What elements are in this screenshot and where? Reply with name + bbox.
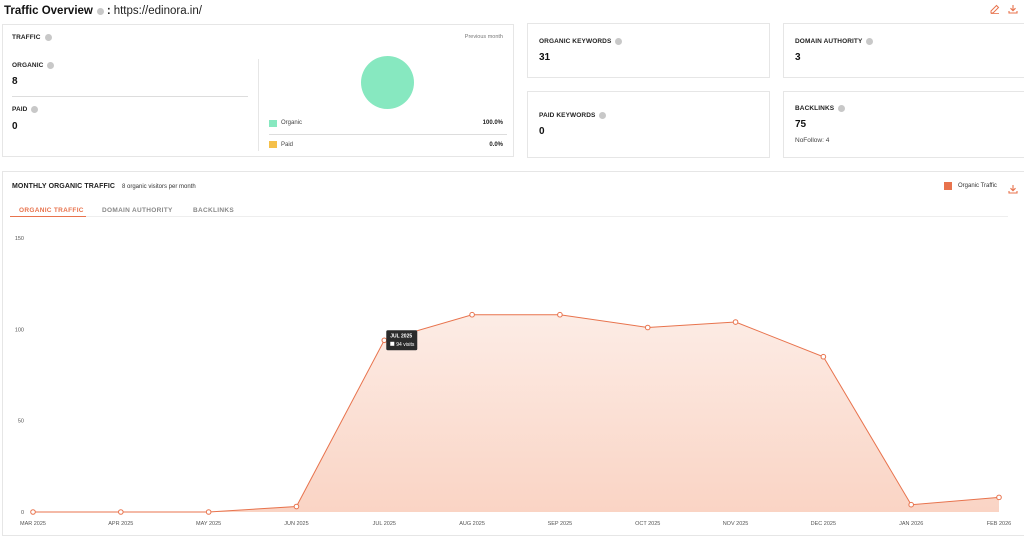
organic-value: 8 [12, 76, 18, 87]
organic-legend-swatch [269, 120, 277, 127]
info-icon[interactable] [96, 7, 104, 15]
organic-label: ORGANIC [12, 62, 55, 69]
monthly-subtitle: 8 organic visitors per month [122, 184, 196, 190]
nofollow-count: NoFollow: 4 [795, 137, 830, 144]
download-icon[interactable] [1008, 4, 1018, 14]
info-icon[interactable] [47, 62, 55, 69]
domain-url: https://edinora.in/ [113, 5, 202, 17]
info-icon[interactable] [44, 34, 52, 41]
info-icon[interactable] [615, 38, 623, 45]
traffic-card: TRAFFIC Previous month ORGANIC 8 PAID 0 … [2, 24, 514, 157]
traffic-label: TRAFFIC [12, 34, 52, 41]
paid-label: PAID [12, 106, 39, 113]
domain-authority-label: DOMAIN AUTHORITY [795, 38, 874, 45]
tab-organic-traffic[interactable]: ORGANIC TRAFFIC [19, 207, 84, 214]
paid-legend-swatch [269, 141, 277, 148]
paid-value: 0 [12, 121, 18, 132]
header-actions [990, 4, 1018, 14]
paid-legend-label: Paid [281, 142, 294, 148]
paid-keywords-label: PAID KEYWORDS [539, 112, 607, 119]
paid-keywords-value: 0 [539, 126, 545, 137]
paid-legend-pct: 0.0% [489, 142, 503, 148]
backlinks-card: BACKLINKS 75 NoFollow: 4 [783, 91, 1024, 158]
monthly-title: MONTHLY ORGANIC TRAFFIC [12, 183, 116, 190]
organic-keywords-card: ORGANIC KEYWORDS 31 [527, 23, 770, 78]
organic-legend-pct: 100.0% [482, 120, 503, 126]
info-icon[interactable] [31, 106, 39, 113]
page-title: Traffic Overview [4, 5, 93, 17]
monthly-traffic-card: MONTHLY ORGANIC TRAFFIC 8 organic visito… [2, 171, 1024, 536]
vertical-divider [258, 59, 259, 151]
title-separator: : [106, 5, 111, 17]
organic-legend-label: Organic [281, 120, 303, 126]
backlinks-label: BACKLINKS [795, 105, 846, 112]
traffic-period: Previous month [464, 34, 503, 40]
organic-keywords-value: 31 [539, 52, 551, 63]
chart-tabs: ORGANIC TRAFFIC DOMAIN AUTHORITY BACKLIN… [10, 205, 1008, 217]
tab-backlinks[interactable]: BACKLINKS [193, 207, 234, 214]
domain-authority-card: DOMAIN AUTHORITY 3 [783, 23, 1024, 78]
tab-domain-authority[interactable]: DOMAIN AUTHORITY [102, 207, 173, 214]
backlinks-value: 75 [795, 119, 807, 130]
info-icon[interactable] [866, 38, 874, 45]
info-icon[interactable] [838, 105, 846, 112]
page-header: Traffic Overview : https://edinora.in/ [4, 3, 202, 19]
active-tab-underline [10, 215, 86, 217]
legend-swatch[interactable] [944, 182, 952, 190]
traffic-pie-chart [361, 56, 414, 109]
paid-keywords-card: PAID KEYWORDS 0 [527, 91, 770, 158]
organic-keywords-label: ORGANIC KEYWORDS [539, 38, 623, 45]
info-icon[interactable] [599, 112, 607, 119]
download-icon[interactable] [1008, 181, 1018, 199]
divider [12, 96, 248, 97]
edit-icon[interactable] [990, 4, 1000, 14]
legend-label[interactable]: Organic Traffic [958, 183, 997, 189]
divider [269, 134, 507, 135]
domain-authority-value: 3 [795, 52, 801, 63]
